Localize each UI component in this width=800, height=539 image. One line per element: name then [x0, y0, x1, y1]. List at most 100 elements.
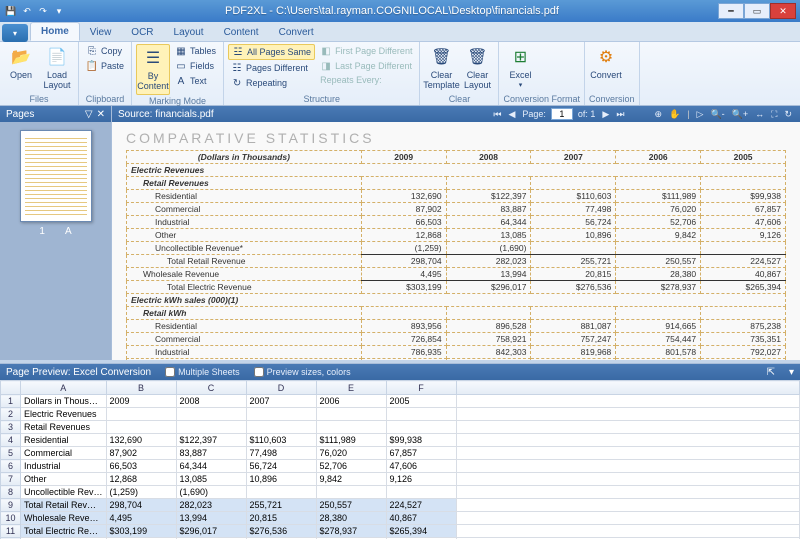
tab-content[interactable]: Content [214, 24, 269, 41]
group-label-conv-format: Conversion Format [503, 93, 580, 105]
clear-template-icon: 🗑 [429, 46, 453, 70]
last-diff-icon: ◨ [320, 60, 332, 72]
zoom-tool-icon[interactable]: ⊕ [652, 109, 664, 120]
fields-button[interactable]: ▭Fields [172, 59, 219, 73]
document-view[interactable]: COMPARATIVE STATISTICS (Dollars in Thous… [112, 122, 800, 360]
all-pages-same-button[interactable]: ☳All Pages Same [228, 44, 315, 60]
pages-different-button[interactable]: ☷Pages Different [228, 61, 315, 75]
table-row[interactable]: 5Commercial87,90283,88777,49876,02067,85… [1, 447, 800, 460]
quick-access-toolbar: 💾 ↶ ↷ ▾ [4, 4, 66, 18]
qat-save-icon[interactable]: 💾 [4, 4, 18, 18]
thumb-page-letter: A [65, 226, 72, 237]
thumb-page-number: 1 [39, 226, 45, 237]
minimize-button[interactable]: ━ [718, 3, 744, 19]
nav-next-icon[interactable]: ▶ [600, 109, 611, 120]
ribbon-group-conversion: ⚙Convert Conversion [585, 42, 640, 105]
qat-dropdown-icon[interactable]: ▾ [52, 4, 66, 18]
tables-button[interactable]: ▦Tables [172, 44, 219, 58]
load-layout-icon: 📄 [45, 46, 69, 70]
nav-last-icon[interactable]: ⏭ [614, 109, 626, 120]
first-page-diff-button[interactable]: ◧First Page Different [317, 44, 415, 58]
zoom-out-icon[interactable]: 🔍- [708, 109, 726, 120]
group-label-structure: Structure [228, 93, 415, 105]
fit-width-icon[interactable]: ↔ [753, 109, 766, 119]
table-row[interactable]: 1Dollars in Thous…20092008200720062005 [1, 395, 800, 408]
group-label-clear: Clear [424, 93, 494, 105]
pages-diff-icon: ☷ [231, 62, 243, 74]
hand-tool-icon[interactable]: ✋ [667, 109, 682, 120]
tab-view[interactable]: View [80, 24, 122, 41]
preview-panel: Page Preview: Excel Conversion Multiple … [0, 363, 800, 539]
convert-icon: ⚙ [594, 46, 618, 70]
table-row[interactable]: 9Total Retail Rev…298,704282,023255,7212… [1, 499, 800, 512]
nav-prev-icon[interactable]: ◀ [506, 109, 517, 120]
fit-page-icon[interactable]: ⛶ [769, 109, 779, 120]
close-panel-icon[interactable]: ✕ [97, 109, 105, 120]
group-label-clipboard: Clipboard [83, 93, 127, 105]
qat-undo-icon[interactable]: ↶ [20, 4, 34, 18]
table-row[interactable]: 10Wholesale Reve…4,49513,99420,81528,380… [1, 512, 800, 525]
multiple-sheets-checkbox[interactable]: Multiple Sheets [165, 367, 240, 377]
nav-first-icon[interactable]: ⏮ [491, 109, 503, 120]
table-row[interactable]: 7Other12,86813,08510,8969,8429,126 [1, 473, 800, 486]
maximize-button[interactable]: ▭ [744, 3, 770, 19]
repeating-button[interactable]: ↻Repeating [228, 76, 315, 90]
excel-format-button[interactable]: ⊞Excel▾ [503, 44, 537, 92]
excel-icon: ⊞ [508, 46, 532, 70]
doc-table: (Dollars in Thousands)200920082007200620… [126, 150, 786, 360]
text-button[interactable]: AText [172, 74, 219, 88]
tab-layout[interactable]: Layout [164, 24, 214, 41]
open-button[interactable]: 📂Open [4, 44, 38, 83]
doc-title: COMPARATIVE STATISTICS [126, 130, 786, 146]
ribbon-group-conv-format: ⊞Excel▾ Conversion Format [499, 42, 585, 105]
all-pages-icon: ☳ [232, 46, 244, 58]
load-layout-button[interactable]: 📄Load Layout [40, 44, 74, 93]
ribbon-tabs: ▾ HomeViewOCRLayoutContentConvert [0, 22, 800, 42]
tab-home[interactable]: Home [30, 22, 80, 41]
group-label-marking: Marking Mode [136, 95, 219, 107]
tab-ocr[interactable]: OCR [121, 24, 163, 41]
ribbon: 📂Open 📄Load Layout Files ⎘Copy 📋Paste Cl… [0, 42, 800, 106]
export-icon[interactable]: ⇱ [767, 367, 775, 378]
preview-title: Page Preview: Excel Conversion [6, 367, 151, 378]
filter-icon[interactable]: ▽ [85, 109, 93, 120]
repeats-every-button[interactable]: Repeats Every: [317, 74, 415, 86]
window-title: PDF2XL - C:\Users\tal.rayman.COGNILOCAL\… [66, 5, 718, 17]
tables-icon: ▦ [175, 45, 187, 57]
open-icon: 📂 [9, 46, 33, 70]
file-menu-button[interactable]: ▾ [2, 24, 28, 42]
by-content-button[interactable]: ☰By Content [136, 44, 170, 95]
pages-panel-header: Pages ▽ ✕ [0, 106, 111, 122]
table-row[interactable]: 11Total Electric Re…$303,199$296,017$276… [1, 525, 800, 538]
window-buttons: ━ ▭ ✕ [718, 3, 796, 19]
rotate-icon[interactable]: ↻ [782, 109, 794, 120]
pointer-icon[interactable]: ▷ [695, 109, 706, 120]
table-row[interactable]: 8Uncollectible Rev…(1,259)(1,690) [1, 486, 800, 499]
fields-icon: ▭ [175, 60, 187, 72]
close-button[interactable]: ✕ [770, 3, 796, 19]
by-content-icon: ☰ [141, 47, 165, 71]
collapse-icon[interactable]: ▾ [789, 367, 794, 378]
ribbon-group-structure: ☳All Pages Same ☷Pages Different ↻Repeat… [224, 42, 420, 105]
thumbnail-area: 1A [0, 122, 111, 360]
table-row[interactable]: 6Industrial66,50364,34456,72452,70647,60… [1, 460, 800, 473]
clear-layout-button[interactable]: 🗑Clear Layout [460, 44, 494, 93]
page-input[interactable] [551, 108, 573, 120]
tab-convert[interactable]: Convert [269, 24, 324, 41]
preview-sizes-checkbox[interactable]: Preview sizes, colors [254, 367, 351, 377]
clear-template-button[interactable]: 🗑Clear Template [424, 44, 458, 93]
page-thumbnail[interactable] [20, 130, 92, 222]
source-panel: Source: financials.pdf ⏮ ◀ Page: of: 1 ▶… [112, 106, 800, 360]
source-header: Source: financials.pdf ⏮ ◀ Page: of: 1 ▶… [112, 106, 800, 122]
zoom-in-icon[interactable]: 🔍+ [730, 109, 750, 120]
convert-button[interactable]: ⚙Convert [589, 44, 623, 83]
table-row[interactable]: 4Residential132,690$122,397$110,603$111,… [1, 434, 800, 447]
table-row[interactable]: 2Electric Revenues [1, 408, 800, 421]
preview-header: Page Preview: Excel Conversion Multiple … [0, 364, 800, 380]
last-page-diff-button[interactable]: ◨Last Page Different [317, 59, 415, 73]
copy-button[interactable]: ⎘Copy [83, 44, 127, 58]
table-row[interactable]: 3Retail Revenues [1, 421, 800, 434]
paste-button[interactable]: 📋Paste [83, 59, 127, 73]
preview-grid[interactable]: ABCDEF1Dollars in Thous…2009200820072006… [0, 380, 800, 539]
qat-redo-icon[interactable]: ↷ [36, 4, 50, 18]
